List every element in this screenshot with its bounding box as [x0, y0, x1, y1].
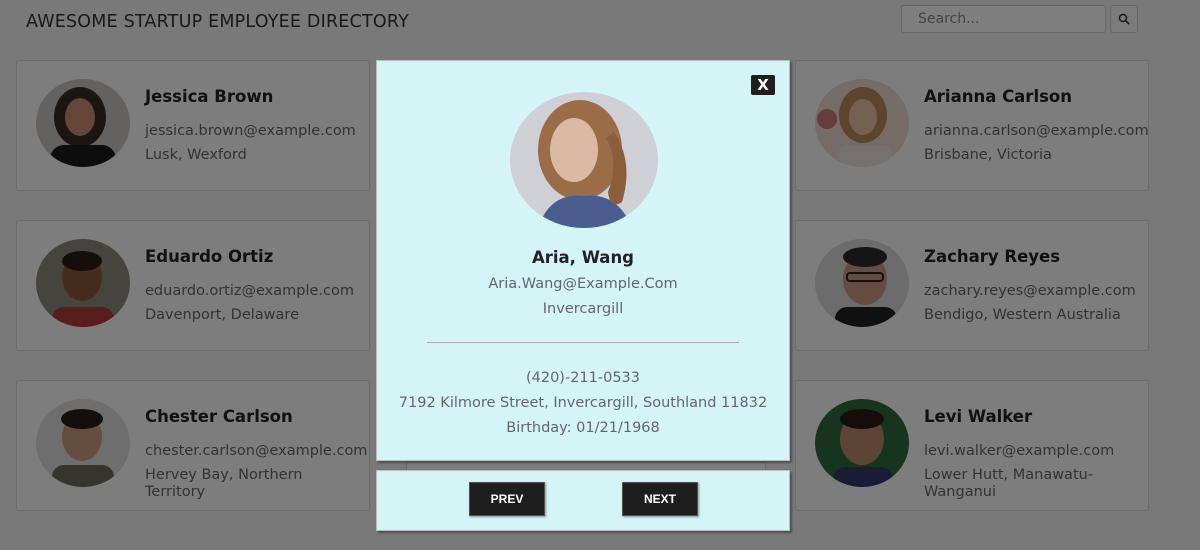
- modal-employee-city: Invercargill: [542, 301, 624, 317]
- prev-button[interactable]: PREV: [469, 482, 545, 516]
- close-icon: X: [757, 76, 769, 94]
- modal-employee-address: 7192 Kilmore Street, Invercargill, South…: [398, 395, 768, 411]
- modal-navigation: PREV NEXT: [376, 470, 790, 531]
- next-button[interactable]: NEXT: [622, 482, 698, 516]
- divider: [427, 342, 739, 343]
- modal-employee-name: Aria, Wang: [531, 248, 634, 267]
- modal-avatar: [510, 92, 658, 228]
- modal-employee-phone: (420)-211-0533: [525, 370, 641, 386]
- modal-employee-email: Aria.Wang@Example.Com: [488, 276, 678, 292]
- employee-modal: X Aria, Wang Aria.Wang@Example.Com Inver…: [376, 60, 790, 461]
- modal-employee-birthday: Birthday: 01/21/1968: [506, 420, 660, 436]
- close-button[interactable]: X: [751, 75, 775, 95]
